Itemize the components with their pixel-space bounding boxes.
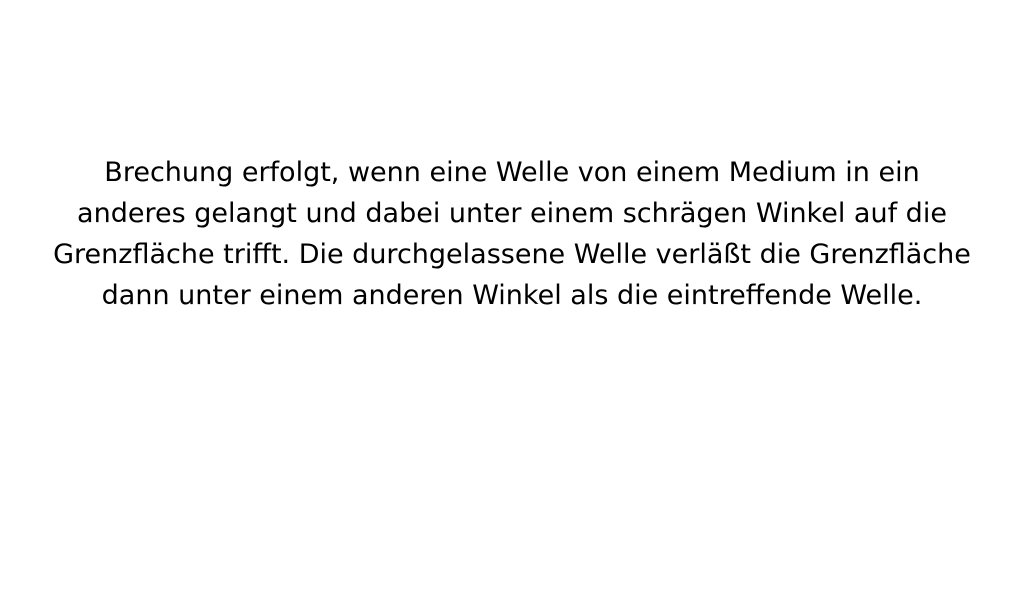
paragraph-line-3: Grenzfläche trifft. Die durchgelassene W…	[53, 239, 971, 270]
document-page: Brechung erfolgt, wenn eine Welle von ei…	[0, 0, 1024, 598]
paragraph-line-1: Brechung erfolgt, wenn eine Welle von ei…	[104, 157, 920, 188]
paragraph: Brechung erfolgt, wenn eine Welle von ei…	[40, 152, 984, 316]
paragraph-line-4: dann unter einem anderen Winkel als die …	[101, 280, 923, 311]
paragraph-line-2: anderes gelangt und dabei unter einem sc…	[77, 198, 947, 229]
